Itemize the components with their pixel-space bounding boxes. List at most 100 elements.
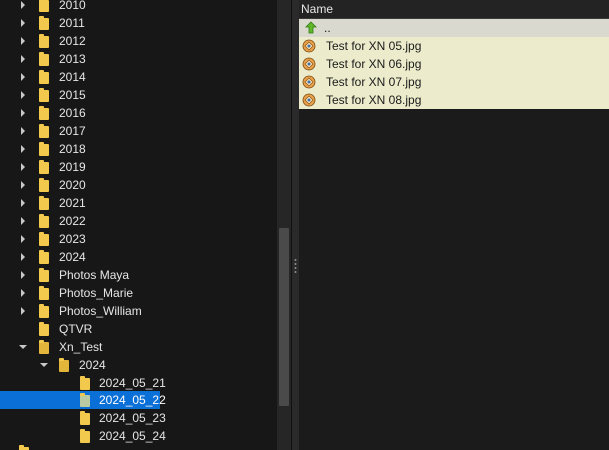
expand-arrow-icon[interactable] [19, 199, 27, 207]
folder-icon [80, 376, 90, 390]
tree-item-2021[interactable]: 2021 [0, 194, 277, 212]
tree-item-2011[interactable]: 2011 [0, 14, 277, 32]
folder-icon [39, 106, 49, 120]
tree-item-2024-05-21[interactable]: 2024_05_21 [0, 374, 277, 392]
expand-arrow-icon[interactable] [19, 289, 27, 297]
file-row[interactable]: Test for XN 05.jpg [299, 37, 609, 55]
file-row[interactable]: Test for XN 06.jpg [299, 55, 609, 73]
tree-item-2024-05-23[interactable]: 2024_05_23 [0, 409, 277, 427]
tree-item-label: 2014 [59, 70, 86, 84]
folder-icon [39, 124, 49, 138]
expand-arrow-icon[interactable] [19, 91, 27, 99]
tree-item-label: 2017 [59, 124, 86, 138]
tree-item-label: 2020 [59, 178, 86, 192]
jpg-image-icon [302, 57, 316, 71]
expand-arrow-icon[interactable] [19, 73, 27, 81]
tree-item-2019[interactable]: 2019 [0, 158, 277, 176]
expand-arrow-icon[interactable] [19, 217, 27, 225]
file-name: Test for XN 05.jpg [326, 39, 422, 53]
tree-item-photos-william[interactable]: Photos_William [0, 302, 277, 320]
expand-arrow-icon[interactable] [19, 19, 27, 27]
folder-icon [39, 88, 49, 102]
expand-arrow-icon[interactable] [19, 181, 27, 189]
file-name: Test for XN 08.jpg [326, 93, 422, 107]
expand-arrow-icon[interactable] [19, 1, 27, 9]
file-row[interactable]: Test for XN 08.jpg [299, 91, 609, 109]
tree-item-label: 2024 [59, 250, 86, 264]
tree-item-2013[interactable]: 2013 [0, 50, 277, 68]
folder-icon [80, 429, 90, 443]
tree-item-xn-test[interactable]: Xn_Test [0, 338, 277, 356]
tree-item-label: 2019 [59, 160, 86, 174]
splitter-grip-icon[interactable] [294, 258, 297, 274]
folder-icon [39, 160, 49, 174]
tree-item-label: Xn_Test [59, 340, 103, 354]
scrollbar-thumb[interactable] [279, 228, 289, 406]
tree-item-photos-marie[interactable]: Photos_Marie [0, 284, 277, 302]
folder-icon [39, 16, 49, 30]
parent-folder-row[interactable]: .. [299, 19, 609, 37]
tree-item-label: 2024_05_23 [99, 411, 166, 425]
tree-item-label: 2012 [59, 34, 86, 48]
jpg-image-icon [302, 75, 316, 89]
tree-item-label: QTVR [59, 322, 93, 336]
collapse-arrow-icon[interactable] [40, 361, 48, 369]
parent-folder-arrow-icon [305, 21, 317, 34]
jpg-image-icon [302, 39, 316, 53]
file-name: Test for XN 07.jpg [326, 75, 422, 89]
expand-arrow-icon[interactable] [19, 37, 27, 45]
tree-item-qtvr[interactable]: QTVR [0, 320, 277, 338]
tree-item-2018[interactable]: 2018 [0, 140, 277, 158]
tree-item-2024[interactable]: 2024 [0, 248, 277, 266]
tree-item-label: 2024_05_21 [99, 376, 166, 390]
file-list[interactable]: Name .. Test for XN 05.jpg Test for XN 0… [299, 0, 609, 450]
folder-icon [39, 0, 49, 12]
tree-item-label: 2024_05_22 [99, 393, 166, 407]
expand-arrow-icon[interactable] [19, 253, 27, 261]
tree-item-2024-05-22[interactable]: 2024_05_22 [0, 391, 166, 409]
folder-icon [80, 411, 90, 425]
tree-item-label: 2010 [59, 0, 86, 12]
column-header-name[interactable]: Name [299, 2, 333, 16]
file-row[interactable]: Test for XN 07.jpg [299, 73, 609, 91]
tree-item-2020[interactable]: 2020 [0, 176, 277, 194]
tree-item-photos-maya[interactable]: Photos Maya [0, 266, 277, 284]
expand-arrow-icon[interactable] [19, 271, 27, 279]
tree-item-2015[interactable]: 2015 [0, 86, 277, 104]
tree-item-2022[interactable]: 2022 [0, 212, 277, 230]
tree-item-2024-05-24[interactable]: 2024_05_24 [0, 427, 277, 445]
expand-arrow-icon[interactable] [19, 307, 27, 315]
tree-item-2024-sub[interactable]: 2024 [0, 356, 277, 374]
tree-item-2010[interactable]: 2010 [0, 0, 277, 14]
tree-scrollbar[interactable] [277, 0, 291, 450]
tree-item-label: 2011 [59, 16, 85, 30]
tree-item-label: 2018 [59, 142, 86, 156]
tree-item-2012[interactable]: 2012 [0, 32, 277, 50]
tree-item-2016[interactable]: 2016 [0, 104, 277, 122]
expand-arrow-icon[interactable] [19, 109, 27, 117]
folder-icon [39, 70, 49, 84]
list-header: Name [299, 0, 609, 19]
expand-arrow-icon[interactable] [19, 145, 27, 153]
folder-tree[interactable]: 2010 2011 2012 2013 2014 2015 2016 2017 [0, 0, 277, 450]
folder-icon [39, 322, 49, 336]
tree-item-2023[interactable]: 2023 [0, 230, 277, 248]
folder-icon [39, 232, 49, 246]
folder-icon [39, 52, 49, 66]
tree-item-label: 2021 [59, 196, 86, 210]
tree-item-2014[interactable]: 2014 [0, 68, 277, 86]
expand-arrow-icon[interactable] [19, 55, 27, 63]
open-folder-icon [39, 340, 49, 354]
collapse-arrow-icon[interactable] [19, 343, 27, 351]
expand-arrow-icon[interactable] [19, 235, 27, 243]
expand-arrow-icon[interactable] [19, 127, 27, 135]
file-name: Test for XN 06.jpg [326, 57, 422, 71]
folder-icon [39, 304, 49, 318]
expand-arrow-icon[interactable] [19, 163, 27, 171]
tree-item-label: 2024_05_24 [99, 429, 166, 443]
tree-item-2017[interactable]: 2017 [0, 122, 277, 140]
folder-icon [39, 286, 49, 300]
parent-folder-label: .. [324, 21, 331, 35]
tree-item-label: 2024 [79, 358, 106, 372]
tree-item-label: 2013 [59, 52, 86, 66]
